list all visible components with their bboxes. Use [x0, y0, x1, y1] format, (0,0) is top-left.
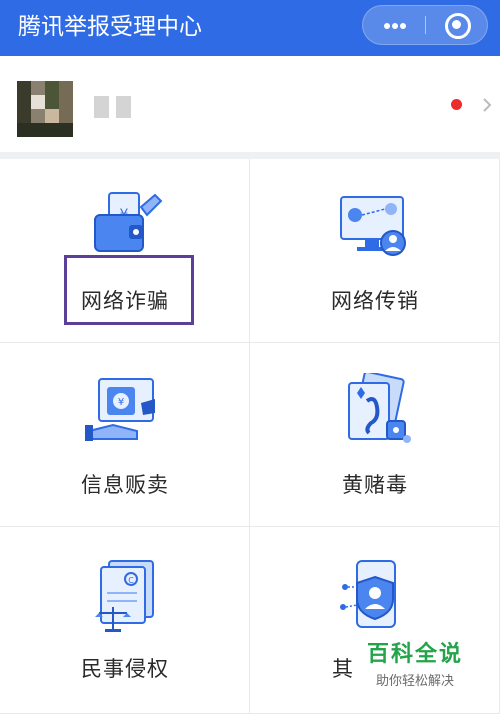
- category-civil-infringement[interactable]: C 民事侵权: [0, 527, 250, 714]
- selection-highlight-box: [64, 255, 194, 325]
- phone-shield-icon: [340, 560, 396, 628]
- category-vice[interactable]: 黄赌毒: [250, 343, 500, 527]
- category-label: 民事侵权: [81, 657, 169, 681]
- more-dots-icon: [384, 23, 390, 29]
- mini-program-capsule: [362, 5, 488, 45]
- section-divider: [0, 152, 500, 159]
- svg-text:C: C: [128, 576, 134, 585]
- report-category-grid: ¥ 网络诈骗 网络传销 ¥: [0, 159, 500, 714]
- more-dots-icon-dot: [392, 23, 398, 29]
- legal-document-icon: C: [95, 560, 154, 632]
- chevron-right-icon: [483, 98, 492, 112]
- close-mini-program-button[interactable]: [426, 6, 488, 44]
- more-menu-button[interactable]: [363, 6, 425, 44]
- playing-cards-icon: [348, 373, 411, 443]
- category-label: 网络传销: [331, 289, 419, 313]
- watermark-title: 百科全说: [366, 642, 463, 667]
- category-label: 信息贩卖: [81, 473, 169, 497]
- monitor-network-icon: [340, 196, 406, 256]
- close-target-icon-core: [452, 20, 461, 29]
- avatar: [17, 81, 73, 137]
- user-profile-row[interactable]: [0, 56, 500, 156]
- page-title: 腾讯举报受理中心: [18, 14, 202, 40]
- notification-dot: [451, 99, 462, 110]
- money-exchange-icon: ¥: [85, 378, 155, 441]
- category-pyramid-scheme[interactable]: 网络传销: [250, 159, 500, 343]
- watermark-subtitle: 助你轻松解决: [375, 674, 454, 689]
- watermark-logo: 百科全说 助你轻松解决: [360, 636, 470, 692]
- category-info-selling[interactable]: ¥ 信息贩卖: [0, 343, 250, 527]
- category-label: 黄赌毒: [342, 473, 408, 497]
- username-blurred: [94, 96, 146, 118]
- app-header: 腾讯举报受理中心: [0, 0, 500, 56]
- svg-text:¥: ¥: [118, 397, 124, 408]
- more-dots-icon-dot: [400, 23, 406, 29]
